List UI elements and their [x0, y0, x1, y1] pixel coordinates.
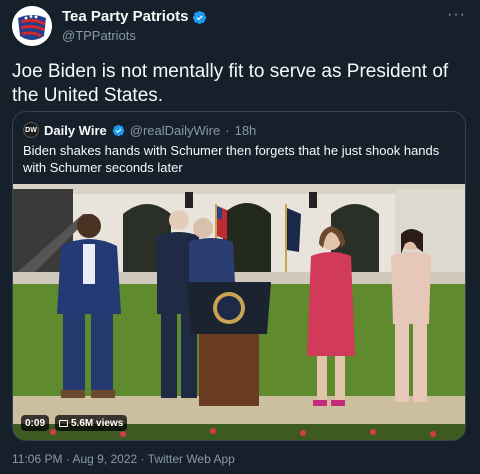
verified-badge-icon: [193, 10, 207, 24]
quoted-tweet-text: Biden shakes hands with Schumer then for…: [23, 143, 440, 175]
quoted-author-avatar[interactable]: DW: [23, 122, 39, 138]
author-block: Tea Party Patriots @TPPatriots: [62, 8, 207, 44]
quoted-tweet-header: DW Daily Wire @realDailyWire · 18h: [23, 122, 256, 138]
separator-dot: ·: [225, 122, 230, 138]
video-player[interactable]: 0:09 5.6M views: [13, 184, 465, 440]
author-display-name[interactable]: Tea Party Patriots: [62, 8, 188, 26]
tea-party-patriots-logo-icon: [12, 6, 52, 46]
video-duration-badge: 0:09: [21, 415, 50, 431]
chart-icon: [59, 419, 68, 427]
video-views-count: 5.6M views: [71, 417, 124, 429]
author-handle[interactable]: @TPPatriots: [62, 28, 207, 44]
verified-badge-icon: [112, 124, 124, 136]
author-avatar[interactable]: [12, 6, 52, 46]
tweet-timestamp[interactable]: 11:06 PM · Aug 9, 2022 · Twitter Web App: [12, 452, 235, 466]
video-views-badge: 5.6M views: [55, 415, 128, 431]
tweet: Tea Party Patriots @TPPatriots ··· Joe B…: [0, 0, 480, 474]
quoted-author-name[interactable]: Daily Wire: [44, 123, 107, 138]
more-options-icon[interactable]: ···: [447, 6, 466, 24]
quoted-author-handle[interactable]: @realDailyWire: [130, 123, 221, 138]
quoted-tweet[interactable]: DW Daily Wire @realDailyWire · 18h Biden…: [12, 111, 466, 441]
quoted-tweet-time[interactable]: 18h: [235, 123, 257, 138]
tweet-text: Joe Biden is not mentally fit to serve a…: [12, 61, 449, 106]
video-frame: [13, 184, 465, 440]
